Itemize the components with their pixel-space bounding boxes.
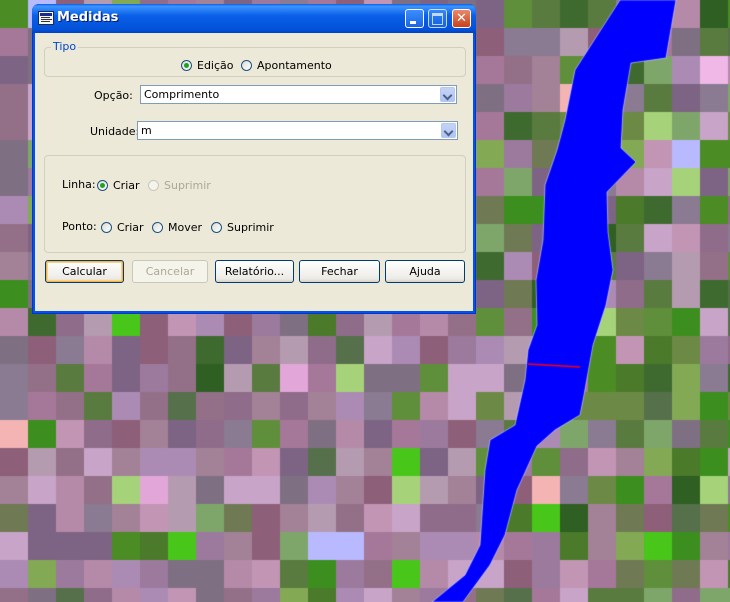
unidade-value: m (141, 124, 152, 137)
radio-edicao-circle[interactable] (181, 59, 192, 71)
dialog-body: Tipo Edição Apontamento Opção: Comprimen… (35, 33, 473, 311)
app-icon (38, 11, 54, 25)
close-button[interactable]: ✕ (452, 9, 471, 28)
close-icon: ✕ (456, 11, 467, 26)
tipo-legend: Tipo (51, 40, 79, 53)
minimize-button[interactable] (405, 9, 424, 28)
radio-ponto-criar-circle[interactable] (101, 221, 112, 233)
cancelar-button: Cancelar (132, 260, 208, 283)
radio-ponto-suprimir-label: Suprimir (227, 220, 274, 234)
opcao-select[interactable]: Comprimento (140, 85, 457, 104)
opcao-value: Comprimento (144, 88, 220, 101)
radio-linha-suprimir: Suprimir (148, 178, 211, 192)
radio-ponto-criar-label: Criar (117, 220, 144, 234)
radio-apontamento-label: Apontamento (257, 58, 332, 72)
linha-ponto-group: Linha: Criar Suprimir Ponto: Criar Mover… (44, 155, 466, 253)
radio-ponto-mover-label: Mover (168, 220, 203, 234)
radio-linha-suprimir-circle (148, 179, 159, 191)
radio-linha-criar[interactable]: Criar (97, 178, 140, 192)
medidas-window: Medidas ✕ Tipo Edição Apontamento Opção:… (32, 4, 476, 314)
radio-ponto-mover[interactable]: Mover (152, 220, 202, 234)
radio-linha-suprimir-label: Suprimir (164, 178, 211, 192)
radio-edicao-label: Edição (197, 58, 234, 72)
radio-ponto-mover-circle[interactable] (152, 221, 163, 233)
maximize-button (428, 9, 447, 28)
radio-ponto-suprimir-circle[interactable] (211, 221, 222, 233)
radio-ponto-suprimir[interactable]: Suprimir (211, 220, 274, 234)
opcao-dropdown-icon[interactable] (440, 87, 455, 102)
opcao-label: Opção: (94, 89, 133, 102)
radio-apontamento[interactable]: Apontamento (241, 58, 332, 72)
radio-linha-criar-circle[interactable] (97, 179, 108, 191)
radio-ponto-criar[interactable]: Criar (101, 220, 144, 234)
linha-label: Linha: (62, 178, 96, 191)
title-bar[interactable]: Medidas ✕ (32, 4, 476, 33)
tipo-group: Tipo Edição Apontamento (44, 40, 466, 77)
ponto-label: Ponto: (62, 220, 97, 233)
radio-edicao[interactable]: Edição (181, 58, 234, 72)
ajuda-button[interactable]: Ajuda (385, 260, 465, 283)
unidade-select[interactable]: m (137, 121, 458, 140)
radio-apontamento-circle[interactable] (241, 59, 252, 71)
window-title: Medidas (57, 10, 119, 25)
unidade-dropdown-icon[interactable] (441, 123, 456, 138)
fechar-button[interactable]: Fechar (299, 260, 380, 283)
unidade-label: Unidade: (90, 125, 140, 138)
radio-linha-criar-label: Criar (113, 178, 140, 192)
relatorio-button[interactable]: Relatório... (215, 260, 294, 283)
calcular-button[interactable]: Calcular (45, 260, 124, 283)
